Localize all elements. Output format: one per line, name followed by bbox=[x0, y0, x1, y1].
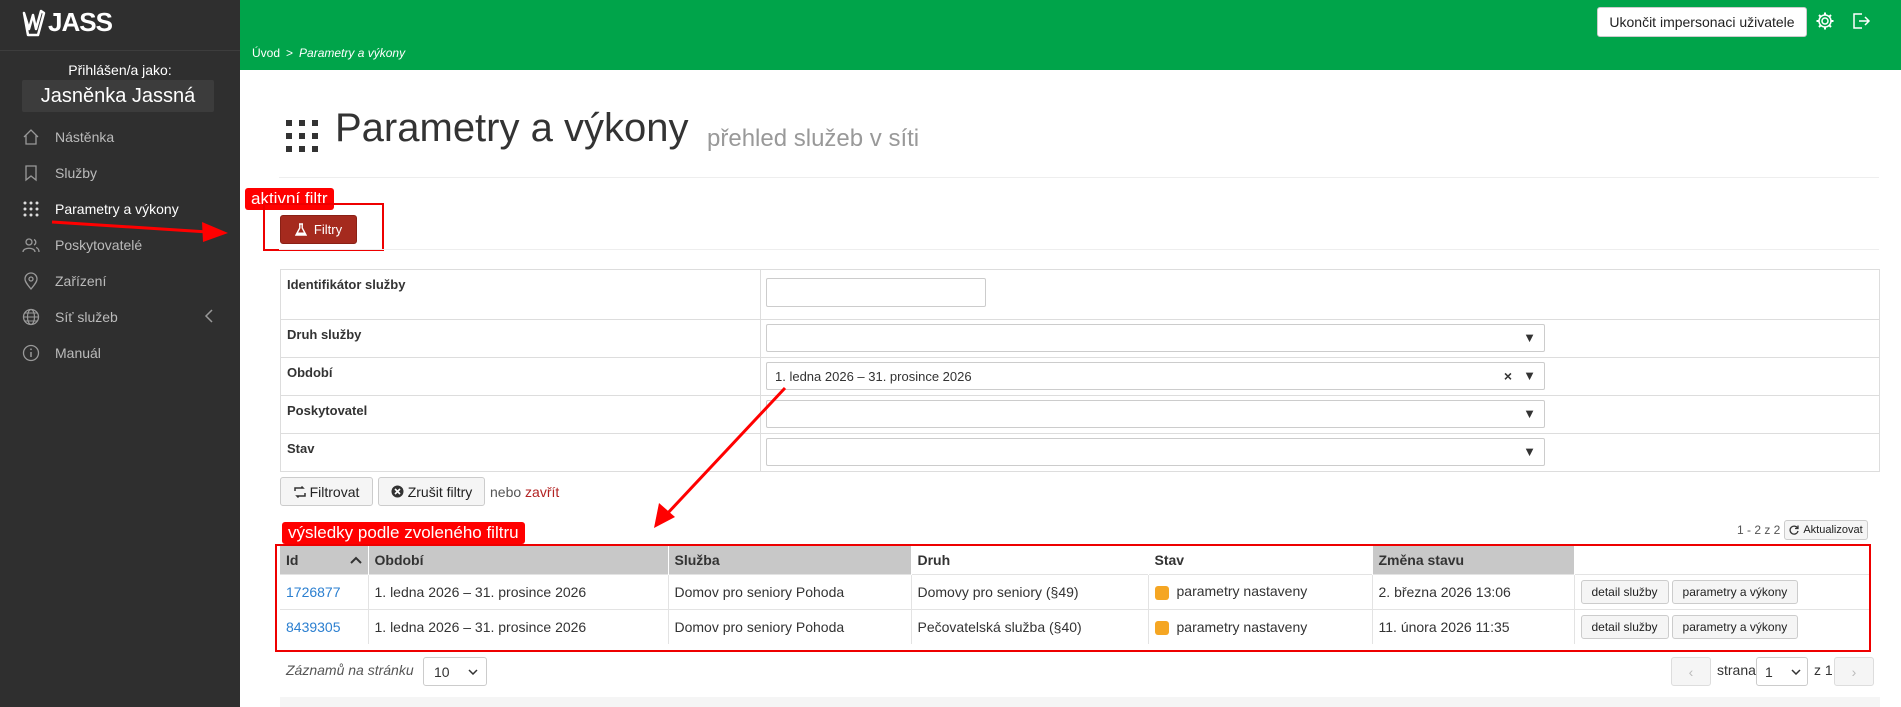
sidebar-item-sluzby[interactable]: Služby bbox=[0, 155, 240, 191]
dropdown-arrow-icon: ▼ bbox=[1523, 406, 1536, 421]
filter-label: Poskytovatel bbox=[281, 396, 761, 433]
close-filters-link[interactable]: zavřít bbox=[525, 484, 559, 500]
dropdown-arrow-icon: ▼ bbox=[1523, 330, 1536, 345]
logo[interactable]: JASS bbox=[20, 2, 113, 42]
breadcrumb-home[interactable]: Úvod bbox=[252, 46, 280, 60]
breadcrumb-separator: > bbox=[286, 46, 294, 60]
sidebar-item-poskytovatele[interactable]: Poskytovatelé bbox=[0, 227, 240, 263]
grid-dots-icon bbox=[22, 200, 40, 218]
service-id-input[interactable] bbox=[766, 278, 986, 307]
sidebar-item-label: Parametry a výkony bbox=[55, 201, 179, 217]
sidebar-item-label: Nástěnka bbox=[55, 129, 115, 145]
info-icon bbox=[22, 344, 40, 362]
times-circle-icon bbox=[391, 485, 404, 498]
filter-label: Druh služby bbox=[281, 320, 761, 357]
logout-icon[interactable] bbox=[1851, 11, 1871, 36]
clear-icon[interactable]: × bbox=[1504, 368, 1512, 384]
map-pin-icon bbox=[22, 272, 40, 290]
filter-row-kind: Druh služby ▼ bbox=[281, 320, 1879, 358]
sidebar-item-label: Manuál bbox=[55, 345, 101, 361]
chevron-down-icon bbox=[1791, 669, 1801, 675]
reset-filters-label: Zrušit filtry bbox=[407, 483, 473, 500]
globe-icon bbox=[22, 308, 40, 326]
chevron-left-icon[interactable] bbox=[204, 308, 214, 327]
page-select[interactable]: 1 bbox=[1756, 657, 1808, 686]
filter-form: Identifikátor služby Druh služby ▼ Obdob… bbox=[280, 269, 1880, 472]
dropdown-arrow-icon: ▼ bbox=[1523, 368, 1536, 383]
results-count: 1 - 2 z 2 bbox=[1737, 523, 1781, 537]
filter-row-status: Stav ▼ bbox=[281, 434, 1879, 471]
filter-button-label: Filtrovat bbox=[309, 483, 360, 500]
sidebar-item-label: Služby bbox=[55, 165, 98, 181]
page-subtitle: přehled služeb v síti bbox=[707, 125, 920, 152]
user-name: Jasněnka Jassná bbox=[22, 80, 214, 112]
next-page-button[interactable]: › bbox=[1834, 657, 1874, 686]
footer-bar bbox=[280, 697, 1880, 707]
prev-page-button[interactable]: ‹ bbox=[1671, 657, 1711, 686]
logo-text: JASS bbox=[48, 6, 113, 37]
sidebar-item-label: Zařízení bbox=[55, 273, 107, 289]
breadcrumb: Úvod > Parametry a výkony bbox=[252, 46, 405, 60]
login-label: Přihlášen/a jako: bbox=[68, 62, 172, 78]
refresh-label: Aktualizovat bbox=[1803, 524, 1863, 536]
annotation-box-results bbox=[275, 544, 1871, 652]
filter-button[interactable]: Filtrovat bbox=[280, 477, 373, 506]
filter-row-provider: Poskytovatel ▼ bbox=[281, 396, 1879, 434]
users-icon bbox=[22, 236, 40, 254]
sidebar-item-manual[interactable]: Manuál bbox=[0, 335, 240, 371]
sidebar-item-label: Poskytovatelé bbox=[55, 237, 143, 253]
page-label: strana bbox=[1717, 662, 1756, 678]
status-select[interactable]: ▼ bbox=[766, 438, 1545, 466]
sidebar-item-sit-sluzeb[interactable]: Síť služeb bbox=[0, 299, 240, 335]
sidebar-nav: Nástěnka Služby Parametry a výkony Posky… bbox=[0, 119, 240, 371]
or-close-text: nebo zavřít bbox=[490, 484, 559, 500]
chevron-down-icon bbox=[468, 669, 478, 675]
refresh-arrows-icon bbox=[293, 485, 306, 498]
or-text: nebo bbox=[490, 484, 522, 500]
gear-icon[interactable] bbox=[1815, 11, 1835, 36]
page-title: Parametry a výkony bbox=[335, 106, 689, 150]
sidebar-item-parametry[interactable]: Parametry a výkony bbox=[0, 191, 240, 227]
page-value: 1 bbox=[1765, 664, 1773, 680]
annotation-results: výsledky podle zvoleného filtru bbox=[282, 522, 525, 544]
page-total: z 1 bbox=[1814, 662, 1833, 678]
select-value: 1. ledna 2026 – 31. prosince 2026 bbox=[775, 369, 972, 384]
sidebar-item-zarizeni[interactable]: Zařízení bbox=[0, 263, 240, 299]
filter-row-period: Období 1. ledna 2026 – 31. prosince 2026… bbox=[281, 358, 1879, 396]
bookmark-icon bbox=[22, 164, 40, 182]
sidebar-divider bbox=[0, 50, 240, 51]
divider bbox=[279, 249, 1879, 250]
flask-icon bbox=[294, 223, 307, 236]
hand-logo-icon bbox=[22, 9, 46, 37]
filter-label: Období bbox=[281, 358, 761, 395]
divider bbox=[279, 177, 1879, 178]
filter-label: Identifikátor služby bbox=[281, 270, 761, 319]
refresh-icon bbox=[1789, 525, 1799, 535]
sidebar: JASS Přihlášen/a jako: Jasněnka Jassná N… bbox=[0, 0, 240, 707]
per-page-value: 10 bbox=[434, 664, 450, 680]
end-impersonation-button[interactable]: Ukončit impersonaci uživatele bbox=[1597, 7, 1807, 37]
dropdown-arrow-icon: ▼ bbox=[1523, 444, 1536, 459]
filters-toggle-button[interactable]: Filtry bbox=[280, 215, 357, 244]
filter-label: Stav bbox=[281, 434, 761, 471]
home-icon bbox=[22, 128, 40, 146]
sidebar-item-label: Síť služeb bbox=[55, 309, 118, 325]
grid-dots-icon bbox=[286, 120, 318, 157]
filters-toggle-label: Filtry bbox=[313, 222, 343, 237]
refresh-button[interactable]: Aktualizovat bbox=[1784, 520, 1868, 540]
service-kind-select[interactable]: ▼ bbox=[766, 324, 1545, 352]
period-select[interactable]: 1. ledna 2026 – 31. prosince 2026 × ▼ bbox=[766, 362, 1545, 390]
breadcrumb-current: Parametry a výkony bbox=[299, 46, 406, 60]
reset-filters-button[interactable]: Zrušit filtry bbox=[378, 477, 485, 506]
per-page-label: Záznamů na stránku bbox=[286, 662, 414, 678]
filter-row-service-id: Identifikátor služby bbox=[281, 270, 1879, 320]
sidebar-item-nastenka[interactable]: Nástěnka bbox=[0, 119, 240, 155]
per-page-select[interactable]: 10 bbox=[423, 657, 487, 686]
provider-select[interactable]: ▼ bbox=[766, 400, 1545, 428]
